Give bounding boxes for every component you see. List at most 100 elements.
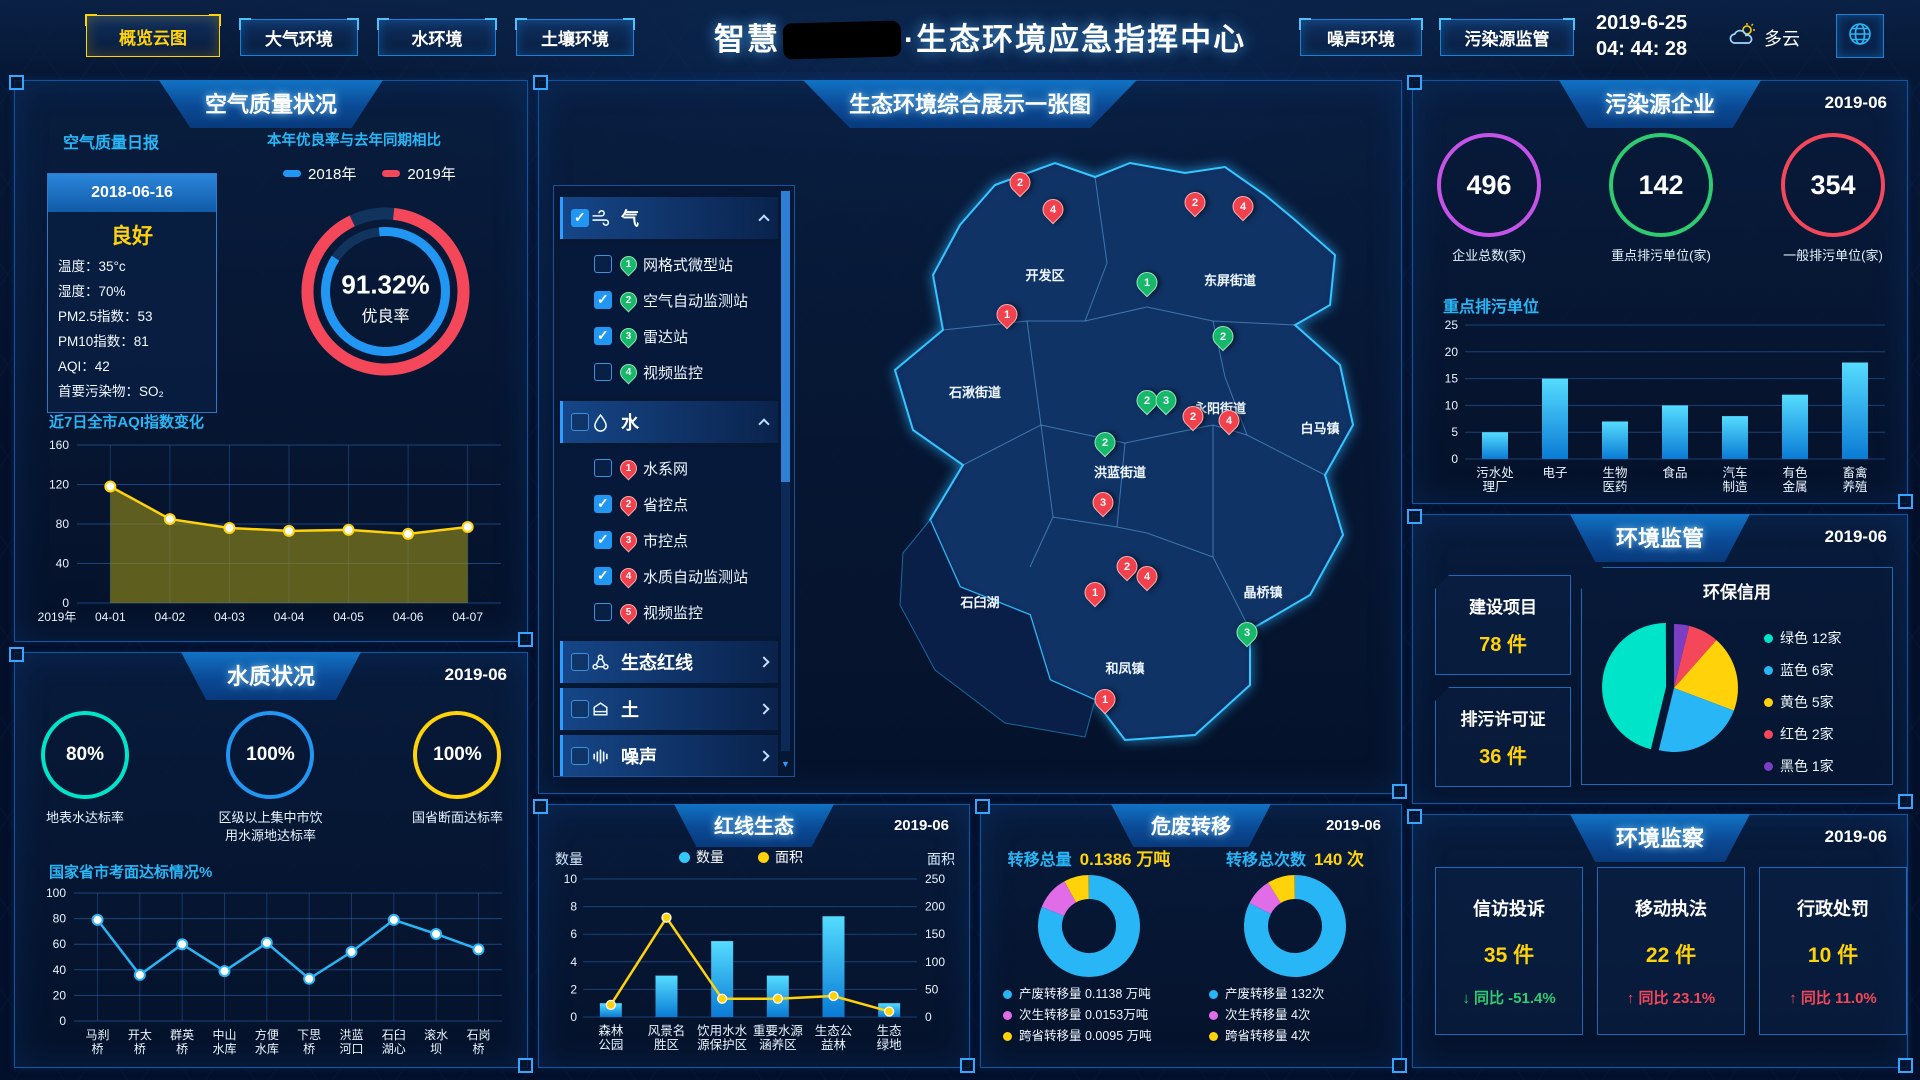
checkbox[interactable] [594,363,612,381]
checkbox[interactable] [594,531,612,549]
map-pin-red[interactable]: 2 [1178,402,1208,432]
map-pin-red[interactable]: 1 [1090,685,1120,715]
checkbox[interactable] [571,747,589,765]
checkbox[interactable] [594,327,612,345]
layer-item[interactable]: 1水系网 [560,450,778,486]
map-pin-red[interactable]: 4 [1214,406,1244,436]
pollution-stat-circles: 496企业总数(家)142重点排污单位(家)354一般排污单位(家) [1437,133,1885,265]
tree-scrollbar[interactable] [781,191,790,751]
nav-water-env[interactable]: 水环境 [378,19,496,56]
layer-item[interactable]: 1网格式微型站 [560,246,778,282]
map-pin-red[interactable]: 4 [1228,192,1258,222]
checkbox[interactable] [571,653,589,671]
air-row-pm10: PM10指数：81 [48,329,216,354]
map-pin-icon: 5 [616,600,640,624]
tree-scroll-down-icon[interactable]: ▼ [781,757,790,771]
nav-pollution-supervision[interactable]: 污染源监管 [1440,19,1574,56]
checkbox[interactable] [594,291,612,309]
map-pin-green[interactable]: 1 [1132,268,1162,298]
svg-text:有色金属: 有色金属 [1782,465,1808,494]
svg-text:畜禽养殖: 畜禽养殖 [1842,465,1868,494]
checkbox[interactable] [594,459,612,477]
air-row-aqi: AQI：42 [48,354,216,379]
air-quality-grade: 良好 [48,220,216,250]
up-arrow-icon: ↑ [1627,990,1635,1007]
panel-inspection: 环境监察 2019-06 信访投诉35 件↓ 同比 -51.4%移动执法22 件… [1412,814,1908,1068]
air-daily-card: 2018-06-16 良好 温度：35°c 湿度：70% PM2.5指数：53 … [47,173,217,413]
layer-item[interactable]: 4视频监控 [560,354,778,390]
map-layer-tree: 气 1网格式微型站2空气自动监测站3雷达站4视频监控水 1水系网2省控点3市控点4水… [553,185,795,777]
water-icon [589,412,611,432]
redline-left-axis-label: 数量 [555,849,583,869]
map-pins-layer: 242411223242321431 [795,125,1395,785]
map-canvas[interactable]: 开发区东屏街道石湫街道永阳街道洪蓝街道白马镇石臼湖晶桥镇和凤镇 24241122… [795,125,1395,785]
svg-text:生态公益林: 生态公益林 [815,1024,853,1052]
map-pin-green[interactable]: 3 [1232,618,1262,648]
air-row-temp: 温度：35°c [48,254,216,279]
checkbox[interactable] [594,603,612,621]
map-pin-red[interactable]: 2 [1005,168,1035,198]
nav-noise-env[interactable]: 噪声环境 [1300,19,1422,56]
map-pin-red[interactable]: 3 [1088,488,1118,518]
checkbox[interactable] [571,209,589,227]
header-time: 04: 44: 28 [1596,36,1687,62]
nav-soil-env[interactable]: 土壤环境 [516,19,634,56]
legend-item: 产废转移量 0.1138 万吨 [1003,984,1189,1005]
legend-item: 蓝色 6家 [1764,654,1841,686]
layer-item[interactable]: 5视频监控 [560,594,778,630]
layer-item[interactable]: 3市控点 [560,522,778,558]
checkbox[interactable] [571,700,589,718]
tree-scrollbar-thumb[interactable] [781,191,790,482]
map-pin-green[interactable]: 2 [1090,428,1120,458]
layer-group-2[interactable]: 水 [560,401,778,443]
legend-item: 绿色 12家 [1764,622,1841,654]
map-pin-red[interactable]: 4 [1038,195,1068,225]
chevron-right-icon[interactable] [758,703,769,714]
layer-group-1[interactable]: 气 [560,197,778,239]
svg-text:2: 2 [570,982,577,996]
air-compare-legend: 2018年 2019年 [283,163,456,184]
legend-item: 黑色 1家 [1764,750,1841,782]
checkbox[interactable] [571,413,589,431]
map-pin-red[interactable]: 2 [1180,188,1210,218]
chevron-right-icon[interactable] [758,750,769,761]
layer-item[interactable]: 2省控点 [560,486,778,522]
map-pin-green[interactable]: 2 [1208,322,1238,352]
checkbox[interactable] [594,567,612,585]
layer-item[interactable]: 4水质自动监测站 [560,558,778,594]
layer-item[interactable]: 3雷达站 [560,318,778,354]
svg-text:风景名胜区: 风景名胜区 [648,1023,686,1052]
layer-group-4[interactable]: 土 [560,688,778,730]
globe-icon [1847,21,1873,52]
map-pin-green[interactable]: 3 [1151,386,1181,416]
layer-item[interactable]: 2空气自动监测站 [560,282,778,318]
chevron-up-icon[interactable] [758,214,769,225]
layer-group-3[interactable]: 生态红线 [560,641,778,683]
svg-text:下思桥: 下思桥 [297,1028,321,1056]
chevron-up-icon[interactable] [758,418,769,429]
map-pin-red[interactable]: 1 [992,300,1022,330]
water-line-chart: 020406080100马刹桥开太桥群英桥中山水库方便水库下思桥洪蓝河口石臼湖心… [30,883,514,1061]
map-pin-red[interactable]: 4 [1132,562,1162,592]
checkbox[interactable] [594,495,612,513]
globe-button[interactable] [1836,14,1884,58]
map-pin-red[interactable]: 1 [1080,578,1110,608]
nav-atmosphere[interactable]: 大气环境 [240,19,358,56]
soil-icon [589,699,611,719]
checkbox[interactable] [594,255,612,273]
legend-item: 次生转移量 4次 [1209,1005,1395,1026]
air-row-pm25: PM2.5指数：53 [48,304,216,329]
svg-text:80: 80 [56,517,70,531]
redline-legend: 数量 面积 [679,847,803,867]
layer-group-5[interactable]: 噪声 [560,735,778,777]
chevron-right-icon[interactable] [758,656,769,667]
panel-hazwaste-title: 危废转移 [1111,804,1271,847]
stat-circle: 496企业总数(家) [1437,133,1541,265]
svg-text:100: 100 [925,955,945,969]
inspection-card-3: 行政处罚10 件↑ 同比 11.0% [1759,867,1907,1035]
nav-overview-cloud[interactable]: 概览云图 [86,15,220,57]
svg-text:方便水库: 方便水库 [255,1027,279,1056]
air-daily-date: 2018-06-16 [48,174,216,212]
map-pin-icon: 1 [616,456,640,480]
map-pin-icon: 4 [616,360,640,384]
